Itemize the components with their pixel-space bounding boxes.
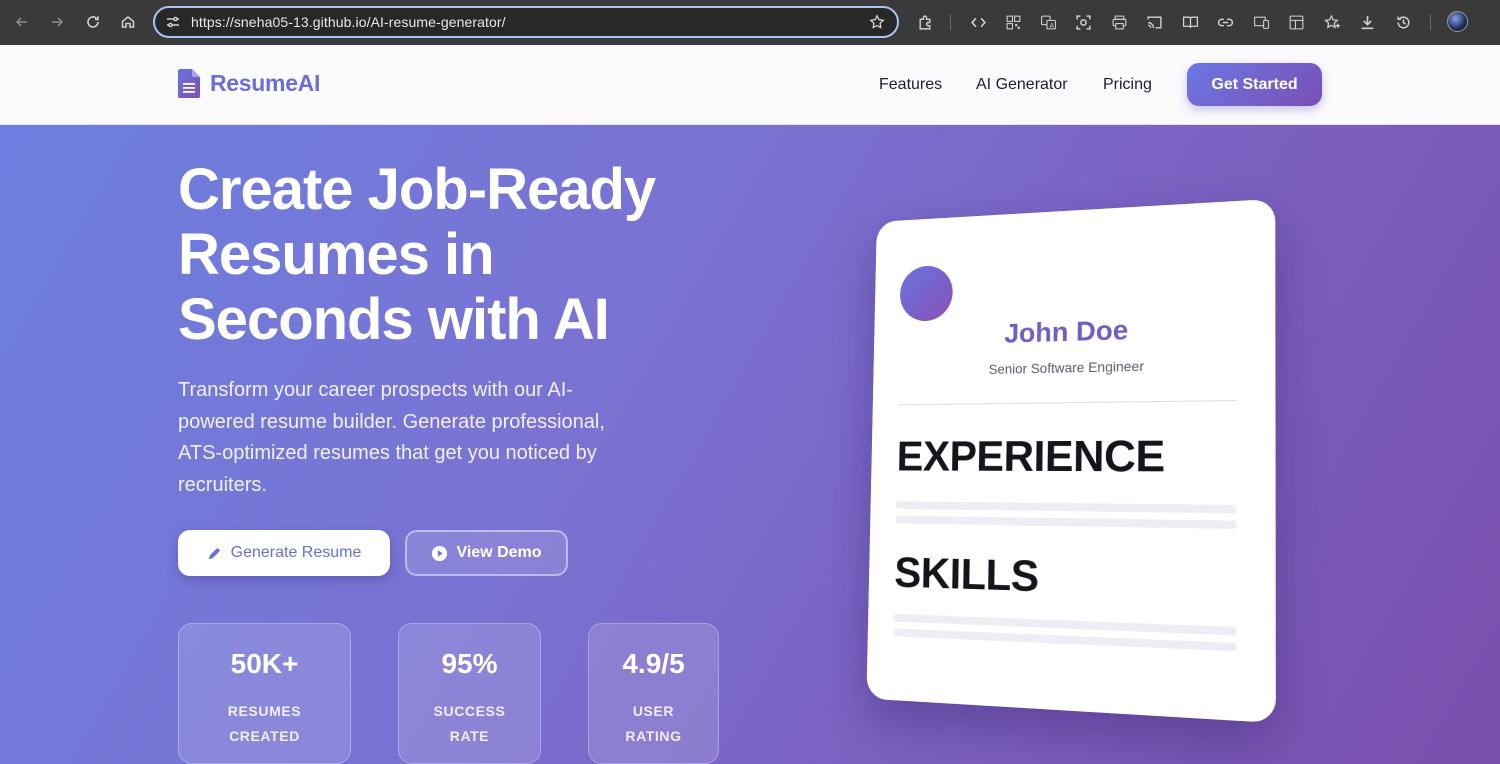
stat-card-resumes: 50K+ RESUMES CREATED [178,623,351,764]
resume-section-experience: EXPERIENCE [896,431,1165,482]
toolbar-divider [1430,14,1431,30]
stat-label: RESUMES CREATED [179,699,350,749]
pencil-icon [207,546,222,561]
home-icon[interactable] [117,11,139,33]
stat-card-success: 95% SUCCESS RATE [398,623,541,764]
link-icon[interactable] [1215,12,1235,32]
hero-subtitle: Transform your career prospects with our… [178,375,648,501]
print-icon[interactable] [1109,12,1129,32]
logo-text: ResumeAI [210,70,320,97]
lens-icon[interactable] [1073,12,1093,32]
reading-mode-icon[interactable] [1180,12,1200,32]
stat-label-line: RESUMES [179,699,350,724]
stat-value: 4.9/5 [589,648,718,680]
stat-label-line: RATE [399,724,540,749]
stat-value: 95% [399,648,540,680]
stat-label-line: USER [589,699,718,724]
resume-section-skills: SKILLS [894,549,1039,603]
hero-title: Create Job-Ready Resumes in Seconds with… [178,157,738,352]
download-icon[interactable] [1357,12,1377,32]
view-demo-button[interactable]: View Demo [405,530,568,576]
generate-resume-button[interactable]: Generate Resume [178,530,390,576]
profile-avatar-icon[interactable] [1447,11,1468,32]
cast-icon[interactable] [1144,12,1164,32]
avatar [900,265,954,322]
forward-arrow-icon[interactable] [46,11,68,33]
stat-card-rating: 4.9/5 USER RATING [588,623,719,764]
history-icon[interactable] [1393,12,1413,32]
hero-section: Create Job-Ready Resumes in Seconds with… [0,125,1500,764]
toolbar-divider [950,14,951,30]
placeholder-line [895,516,1237,529]
nav-link-pricing[interactable]: Pricing [1103,76,1152,94]
reload-icon[interactable] [82,11,104,33]
nav-link-ai-generator[interactable]: AI Generator [976,76,1068,94]
document-icon [178,69,200,98]
devices-icon[interactable] [1251,12,1271,32]
view-demo-label: View Demo [456,544,541,562]
stat-label-line: RATING [589,724,718,749]
stat-label: SUCCESS RATE [399,699,540,749]
favorites-icon[interactable] [1322,12,1342,32]
site-settings-icon[interactable] [165,14,181,30]
url-text[interactable]: https://sneha05-13.github.io/AI-resume-g… [191,14,506,30]
stat-label: USER RATING [589,699,718,749]
resume-role: Senior Software Engineer [873,355,1275,379]
extensions-icon[interactable] [915,12,935,32]
divider [898,400,1237,405]
placeholder-line [896,501,1237,513]
back-arrow-icon[interactable] [11,11,33,33]
stat-value: 50K+ [179,648,350,680]
sidebar-layout-icon[interactable] [1286,12,1306,32]
nav-link-features[interactable]: Features [879,76,942,94]
site-header: ResumeAI Features AI Generator Pricing G… [0,45,1500,125]
code-icon[interactable] [968,12,988,32]
svg-text:A: A [1049,21,1054,29]
address-bar[interactable]: https://sneha05-13.github.io/AI-resume-g… [153,6,899,38]
generate-resume-label: Generate Resume [231,544,362,562]
bookmark-star-icon[interactable] [869,14,885,30]
logo[interactable]: ResumeAI [178,69,320,98]
get-started-button[interactable]: Get Started [1187,63,1322,106]
qr-code-icon[interactable] [1003,12,1023,32]
stat-label-line: CREATED [179,724,350,749]
stat-label-line: SUCCESS [399,699,540,724]
translate-icon[interactable]: A [1038,12,1058,32]
browser-toolbar: https://sneha05-13.github.io/AI-resume-g… [0,0,1500,45]
play-circle-icon [431,545,448,562]
resume-preview-card: John Doe Senior Software Engineer EXPERI… [866,199,1275,723]
